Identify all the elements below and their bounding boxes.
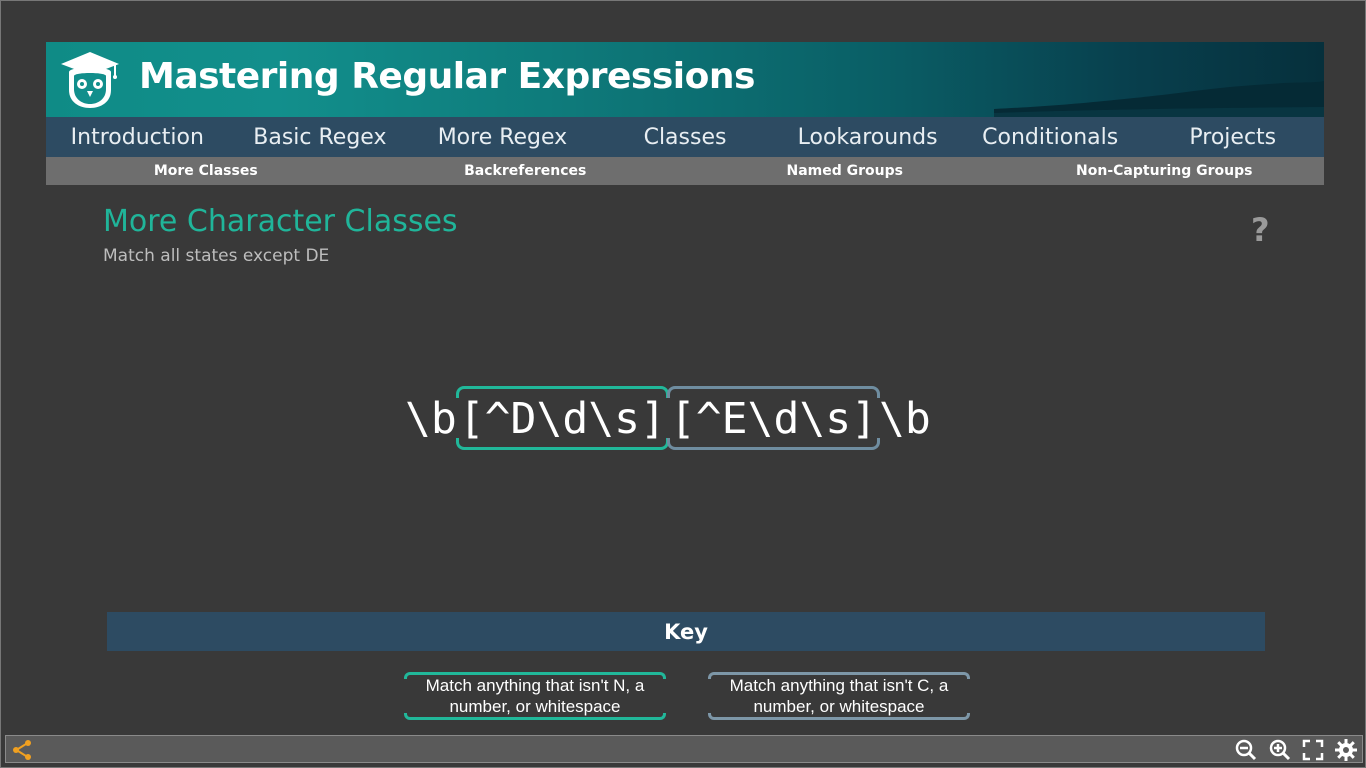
key-item-group-1: Match anything that isn't N, a number, o…	[404, 672, 666, 720]
zoom-in-icon[interactable]	[1268, 738, 1292, 762]
main-nav: Introduction Basic Regex More Regex Clas…	[46, 117, 1324, 157]
lesson-title: More Character Classes	[103, 204, 458, 239]
settings-icon[interactable]	[1334, 738, 1358, 762]
sub-nav: More Classes Backreferences Named Groups…	[46, 157, 1324, 185]
owl-logo-icon	[61, 52, 119, 108]
app-title: Mastering Regular Expressions	[139, 56, 755, 97]
nav-item-basic-regex[interactable]: Basic Regex	[229, 117, 412, 157]
nav-item-projects[interactable]: Projects	[1141, 117, 1324, 157]
fullscreen-icon[interactable]	[1301, 738, 1325, 762]
nav-item-lookarounds[interactable]: Lookarounds	[776, 117, 959, 157]
zoom-out-icon[interactable]	[1234, 738, 1258, 762]
subnav-item-non-capturing-groups[interactable]: Non-Capturing Groups	[1005, 157, 1325, 185]
player-toolbar	[5, 735, 1363, 763]
nav-item-introduction[interactable]: Introduction	[46, 117, 229, 157]
help-button[interactable]: ?	[1251, 211, 1270, 249]
regex-group-1[interactable]: [^D\d\s]	[455, 386, 670, 450]
subnav-item-more-classes[interactable]: More Classes	[46, 157, 366, 185]
regex-prefix: \b	[405, 394, 457, 444]
nav-item-classes[interactable]: Classes	[594, 117, 777, 157]
share-icon[interactable]	[10, 738, 34, 762]
regex-group-2[interactable]: [^E\d\s]	[666, 386, 881, 450]
key-heading: Key	[107, 612, 1265, 651]
app-frame: Mastering Regular Expressions Introducti…	[0, 0, 1366, 768]
subnav-item-backreferences[interactable]: Backreferences	[366, 157, 686, 185]
nav-item-more-regex[interactable]: More Regex	[411, 117, 594, 157]
lesson-subtitle: Match all states except DE	[103, 246, 330, 266]
shoreline-graphic	[994, 81, 1324, 117]
nav-item-conditionals[interactable]: Conditionals	[959, 117, 1142, 157]
key-item-group-2: Match anything that isn't C, a number, o…	[708, 672, 970, 720]
regex-suffix: \b	[879, 394, 931, 444]
header-banner: Mastering Regular Expressions	[46, 42, 1324, 117]
regex-expression: \b [^D\d\s] [^E\d\s] \b	[405, 386, 931, 450]
subnav-item-named-groups[interactable]: Named Groups	[685, 157, 1005, 185]
